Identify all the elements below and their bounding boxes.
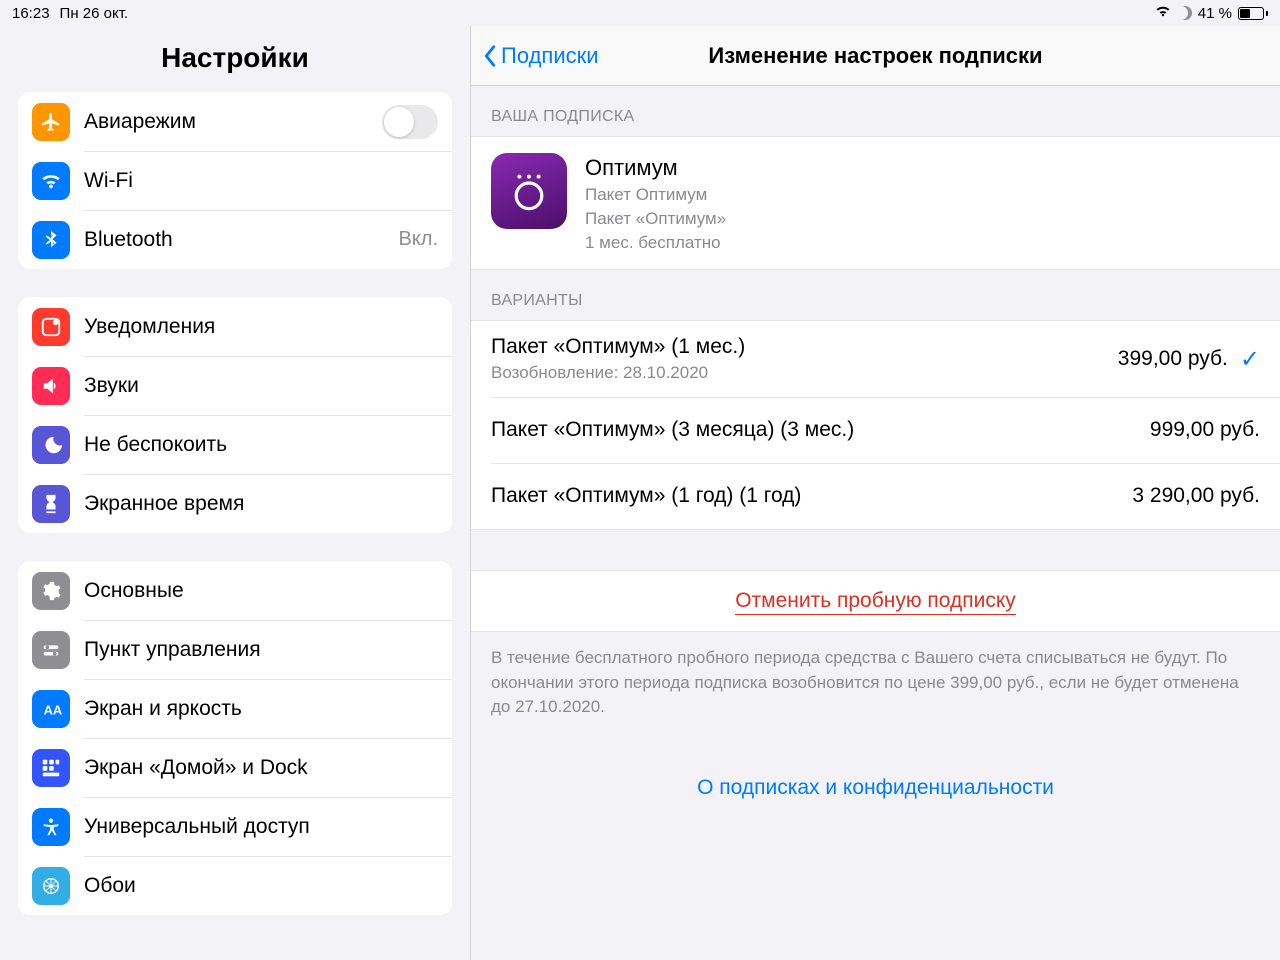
sidebar-title: Настройки xyxy=(0,26,470,92)
general-icon xyxy=(32,572,70,610)
sidebar-item-sounds[interactable]: Звуки xyxy=(18,356,452,415)
section-header-subscription: ВАША ПОДПИСКА xyxy=(471,86,1280,136)
subscription-line-2: Пакет «Оптимум» xyxy=(585,209,726,229)
option-price: 399,00 руб. xyxy=(1118,347,1228,371)
notifications-icon xyxy=(32,308,70,346)
status-time: 16:23 xyxy=(12,5,50,22)
sidebar-item-label: Wi-Fi xyxy=(84,169,438,193)
option-price: 3 290,00 руб. xyxy=(1132,484,1260,508)
sidebar-item-label: Звуки xyxy=(84,374,438,398)
sidebar-item-label: Экран «Домой» и Dock xyxy=(84,756,438,780)
wallpaper-icon xyxy=(32,867,70,905)
subscription-line-3: 1 мес. бесплатно xyxy=(585,233,726,253)
cancel-card: Отменить пробную подписку xyxy=(471,570,1280,632)
chevron-left-icon xyxy=(481,43,499,69)
app-icon xyxy=(491,153,567,229)
status-bar: 16:23 Пн 26 окт. 41 % xyxy=(0,0,1280,26)
sidebar-item-label: Экран и яркость xyxy=(84,697,438,721)
dnd-icon xyxy=(32,426,70,464)
subscription-name: Оптимум xyxy=(585,155,726,181)
sidebar-item-label: Bluetooth xyxy=(84,228,398,252)
detail-pane: Подписки Изменение настроек подписки ВАШ… xyxy=(470,26,1280,960)
subscription-option[interactable]: Пакет «Оптимум» (1 год) (1 год) 3 290,00 … xyxy=(471,463,1280,529)
bluetooth-icon xyxy=(32,221,70,259)
row-accessory: Вкл. xyxy=(398,228,438,251)
wifi-icon xyxy=(1154,4,1172,22)
sidebar-item-wallpaper[interactable]: Обои xyxy=(18,856,452,915)
airplane-toggle[interactable] xyxy=(382,105,438,139)
control-icon xyxy=(32,631,70,669)
sidebar-item-label: Универсальный доступ xyxy=(84,815,438,839)
privacy-link[interactable]: О подписках и конфиденциальности xyxy=(697,776,1054,799)
sidebar-item-label: Пункт управления xyxy=(84,638,438,662)
dnd-icon xyxy=(1178,6,1192,20)
sidebar-item-screentime[interactable]: Экранное время xyxy=(18,474,452,533)
sidebar-item-accessibility[interactable]: Универсальный доступ xyxy=(18,797,452,856)
wifi-icon xyxy=(32,162,70,200)
sidebar-item-label: Основные xyxy=(84,579,438,603)
sidebar-group-connectivity: Авиарежим Wi-Fi BluetoothВкл. xyxy=(18,92,452,269)
battery-icon xyxy=(1238,7,1268,20)
battery-percent: 41 % xyxy=(1198,5,1232,22)
check-icon: ✓ xyxy=(1240,345,1260,374)
options-list: Пакет «Оптимум» (1 мес.) Возобновление: 2… xyxy=(471,320,1280,530)
privacy-row: О подписках и конфиденциальности xyxy=(471,742,1280,834)
subscription-card: Оптимум Пакет Оптимум Пакет «Оптимум» 1 … xyxy=(471,136,1280,270)
option-title: Пакет «Оптимум» (3 месяца) (3 мес.) xyxy=(491,418,854,442)
sidebar-item-airplane[interactable]: Авиарежим xyxy=(18,92,452,151)
sidebar-item-notifications[interactable]: Уведомления xyxy=(18,297,452,356)
sidebar-item-wifi[interactable]: Wi-Fi xyxy=(18,151,452,210)
svg-text:AA: AA xyxy=(44,702,62,717)
sidebar-item-general[interactable]: Основные xyxy=(18,561,452,620)
navbar: Подписки Изменение настроек подписки xyxy=(471,26,1280,86)
subscription-option[interactable]: Пакет «Оптимум» (3 месяца) (3 мес.) 999,0… xyxy=(471,397,1280,463)
sidebar-item-label: Не беспокоить xyxy=(84,433,438,457)
accessibility-icon xyxy=(32,808,70,846)
option-title: Пакет «Оптимум» (1 мес.) xyxy=(491,335,745,359)
sidebar-group-general: Основные Пункт управления AA Экран и яркост… xyxy=(18,561,452,915)
sidebar-item-bluetooth[interactable]: BluetoothВкл. xyxy=(18,210,452,269)
sidebar-item-dnd[interactable]: Не беспокоить xyxy=(18,415,452,474)
sidebar-item-label: Уведомления xyxy=(84,315,438,339)
sounds-icon xyxy=(32,367,70,405)
option-subtitle: Возобновление: 28.10.2020 xyxy=(491,363,745,383)
section-header-options: ВАРИАНТЫ xyxy=(471,270,1280,320)
home-icon xyxy=(32,749,70,787)
sidebar-item-display[interactable]: AA Экран и яркость xyxy=(18,679,452,738)
sidebar-item-label: Обои xyxy=(84,874,438,898)
sidebar-item-home[interactable]: Экран «Домой» и Dock xyxy=(18,738,452,797)
settings-sidebar: Настройки Авиарежим Wi-Fi BluetoothВкл. Ув… xyxy=(0,26,470,960)
subscription-option[interactable]: Пакет «Оптимум» (1 мес.) Возобновление: 2… xyxy=(471,321,1280,397)
sidebar-item-label: Авиарежим xyxy=(84,110,382,134)
cancel-trial-button[interactable]: Отменить пробную подписку xyxy=(735,589,1016,615)
option-price: 999,00 руб. xyxy=(1150,418,1260,442)
sidebar-item-label: Экранное время xyxy=(84,492,438,516)
option-title: Пакет «Оптимум» (1 год) (1 год) xyxy=(491,484,801,508)
airplane-icon xyxy=(32,103,70,141)
cancel-footnote: В течение бесплатного пробного периода с… xyxy=(471,632,1280,742)
subscription-line-1: Пакет Оптимум xyxy=(585,185,726,205)
display-icon: AA xyxy=(32,690,70,728)
sidebar-item-control[interactable]: Пункт управления xyxy=(18,620,452,679)
screentime-icon xyxy=(32,485,70,523)
back-label: Подписки xyxy=(501,43,599,69)
sidebar-group-notifications: Уведомления Звуки Не беспокоить Экранное вр… xyxy=(18,297,452,533)
back-button[interactable]: Подписки xyxy=(471,43,599,69)
status-date: Пн 26 окт. xyxy=(60,5,129,22)
